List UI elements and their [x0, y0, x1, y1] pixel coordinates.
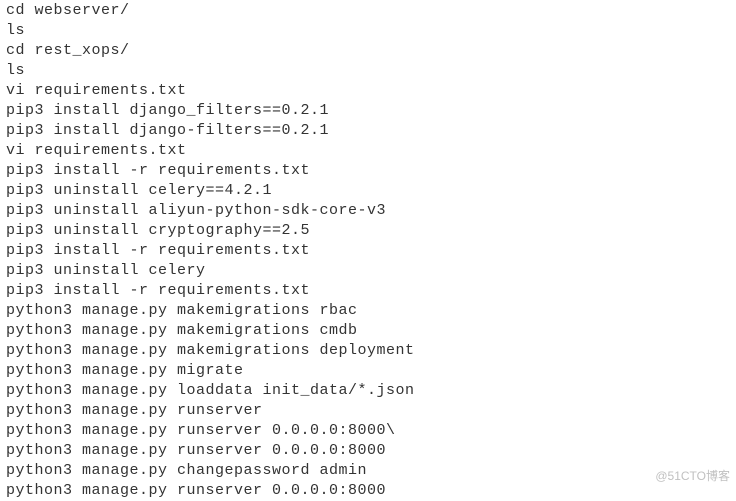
- command-line: cd webserver/: [6, 1, 730, 21]
- command-line: pip3 uninstall celery: [6, 261, 730, 281]
- command-line: python3 manage.py runserver: [6, 401, 730, 421]
- command-line: python3 manage.py makemigrations cmdb: [6, 321, 730, 341]
- command-line: pip3 uninstall celery==4.2.1: [6, 181, 730, 201]
- command-line: python3 manage.py runserver 0.0.0.0:8000: [6, 441, 730, 461]
- watermark: @51CTO博客: [655, 466, 730, 486]
- command-line: pip3 install -r requirements.txt: [6, 281, 730, 301]
- command-line: python3 manage.py makemigrations rbac: [6, 301, 730, 321]
- command-line: python3 manage.py runserver 0.0.0.0:8000: [6, 481, 730, 501]
- terminal-output: cd webserver/ ls cd rest_xops/ ls vi req…: [6, 1, 730, 501]
- command-line: pip3 install -r requirements.txt: [6, 161, 730, 181]
- command-line: pip3 install -r requirements.txt: [6, 241, 730, 261]
- command-line: vi requirements.txt: [6, 81, 730, 101]
- command-line: pip3 uninstall aliyun-python-sdk-core-v3: [6, 201, 730, 221]
- command-line: pip3 install django_filters==0.2.1: [6, 101, 730, 121]
- command-line: pip3 uninstall cryptography==2.5: [6, 221, 730, 241]
- command-line: python3 manage.py makemigrations deploym…: [6, 341, 730, 361]
- command-line: python3 manage.py loaddata init_data/*.j…: [6, 381, 730, 401]
- command-line: python3 manage.py changepassword admin: [6, 461, 730, 481]
- command-line: vi requirements.txt: [6, 141, 730, 161]
- command-line: ls: [6, 61, 730, 81]
- command-line: python3 manage.py migrate: [6, 361, 730, 381]
- command-line: ls: [6, 21, 730, 41]
- command-line: python3 manage.py runserver 0.0.0.0:8000…: [6, 421, 730, 441]
- command-line: pip3 install django-filters==0.2.1: [6, 121, 730, 141]
- command-line: cd rest_xops/: [6, 41, 730, 61]
